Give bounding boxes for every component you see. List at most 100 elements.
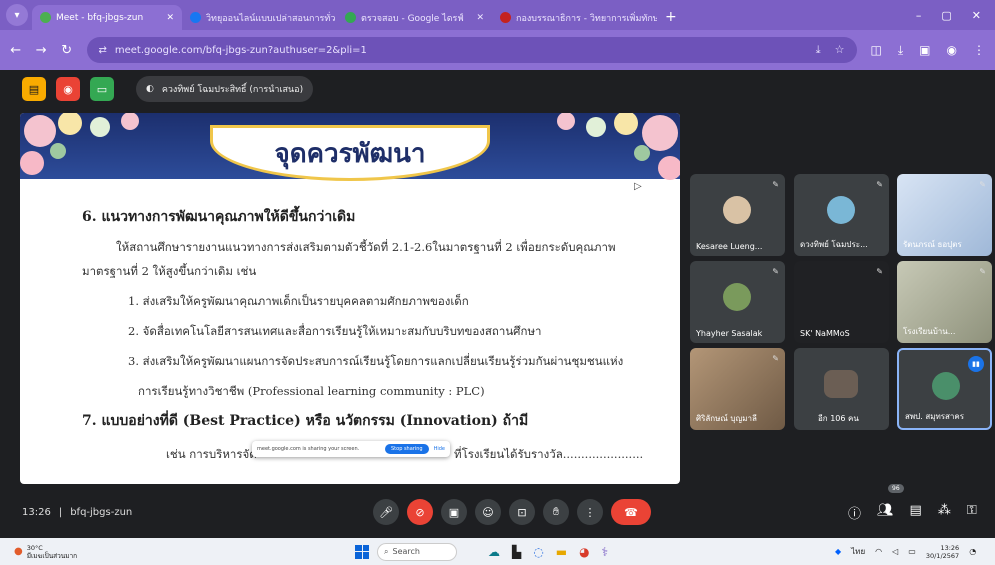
captions-button[interactable]: ▣ xyxy=(441,499,467,525)
captions-box-icon[interactable]: ▭ xyxy=(90,77,114,101)
flower-decoration-left-icon xyxy=(20,113,139,175)
avatar xyxy=(723,283,751,311)
mic-button[interactable]: 🎤︎ xyxy=(373,499,399,525)
participant-count-badge: 96 xyxy=(888,484,904,493)
participant-tile-speaking[interactable]: ▮▮ สพป. สมุทรสาคร xyxy=(897,348,992,430)
maximize-button[interactable]: ▢ xyxy=(941,9,951,22)
avatar-stack xyxy=(824,370,858,398)
address-bar-row: ← → ↻ ⇄ meet.google.com/bfq-jbgs-zun?aut… xyxy=(0,30,995,70)
tab-close-icon[interactable]: ✕ xyxy=(166,13,174,23)
profile-icon[interactable]: ◉ xyxy=(947,43,957,58)
flower-decoration-right-icon xyxy=(557,113,680,180)
widgets-app-icon[interactable]: ☁ xyxy=(488,545,500,559)
mic-muted-icon: ✎ xyxy=(979,267,986,276)
extensions-icon[interactable]: ◫ xyxy=(871,43,882,58)
participant-grid: ✎ Kesaree Lueng... ✎ ดวงทิพย์ โฉมประ... … xyxy=(690,174,992,430)
tab-meet[interactable]: Meet - bfq-jbgs-zun ✕ xyxy=(32,5,182,30)
reload-icon[interactable]: ↻ xyxy=(61,43,73,58)
chrome-icon[interactable]: ◕ xyxy=(579,545,589,559)
download-icon[interactable]: ⤓ xyxy=(816,43,821,57)
battery-icon[interactable]: ▭ xyxy=(908,547,916,556)
back-icon[interactable]: ← xyxy=(10,43,22,58)
participant-tile[interactable]: ✎ Kesaree Lueng... xyxy=(690,174,785,256)
participant-tile[interactable]: ✎ รัตนภรณ์ ธอปุตร xyxy=(897,174,992,256)
site-info-icon[interactable]: ⇄ xyxy=(99,45,107,56)
clock-date[interactable]: 13:26 30/1/2567 xyxy=(926,544,959,560)
slide-paragraph: ให้สถานศึกษารายงานแนวทางการส่งเสริมตามตั… xyxy=(116,240,616,254)
slide-paragraph: เช่น การบริหารจัด xyxy=(166,447,257,461)
weather-widget[interactable]: ● 30°C มีเมฆเป็นส่วนมาก xyxy=(14,544,77,560)
notification-bell-icon[interactable]: ◔ xyxy=(969,547,976,556)
hang-up-icon: ☎︎ xyxy=(624,505,638,519)
forward-icon[interactable]: → xyxy=(36,43,48,58)
camera-off-button[interactable]: ⊘ xyxy=(407,499,433,525)
mic-muted-icon: ✎ xyxy=(979,180,986,189)
screen-share-notice: meet.google.com is sharing your screen. … xyxy=(252,441,450,457)
hand-icon: ✋︎ xyxy=(552,505,560,518)
captions-icon: ▣ xyxy=(448,505,460,519)
slide-title: จุดควรพัฒนา xyxy=(210,125,490,181)
tab-google-drive[interactable]: ตรวจสอบ - Google ไดรฟ์ ✕ xyxy=(337,5,492,30)
present-button[interactable]: ⊡ xyxy=(509,499,535,525)
meeting-code: bfq-jbgs-zun xyxy=(70,506,133,518)
volume-icon[interactable]: ◁ xyxy=(892,547,898,556)
sidepanel-icon[interactable]: ▣ xyxy=(919,43,930,58)
weather-temp: 30°C xyxy=(26,543,43,552)
more-participants-tile[interactable]: อีก 106 คน xyxy=(794,348,889,430)
activities-icon[interactable]: ⁂ xyxy=(938,503,951,522)
record-icon[interactable]: ◉ xyxy=(56,77,80,101)
chat-icon[interactable]: ▤ xyxy=(910,503,922,522)
participant-tile[interactable]: ✎ โรงเรียนบ้าน... xyxy=(897,261,992,343)
tab-search-icon[interactable]: ▾ xyxy=(6,4,28,26)
browser-tab-strip: ▾ Meet - bfq-jbgs-zun ✕ วิทยุออนไลน์แบบเ… xyxy=(0,0,995,30)
facebook-favicon-icon xyxy=(190,12,201,23)
leave-call-button[interactable]: ☎︎ xyxy=(611,499,651,525)
info-icon[interactable]: ⓘ xyxy=(848,503,861,522)
chat-app-icon[interactable]: ◌ xyxy=(533,545,543,559)
participant-tile[interactable]: ✎ Yhayher Sasalak xyxy=(690,261,785,343)
host-controls-icon[interactable]: ⚿ xyxy=(967,503,977,522)
stop-sharing-button[interactable]: Stop sharing xyxy=(385,444,429,454)
minimize-button[interactable]: – xyxy=(916,9,922,22)
slides-app-icon[interactable]: ▤ xyxy=(22,77,46,101)
more-dots-icon: ⋮ xyxy=(584,505,596,519)
network-app-icon[interactable]: ⚕ xyxy=(602,545,609,559)
mic-muted-icon: ✎ xyxy=(772,354,779,363)
slide-paragraph: ที่โรงเรียนได้รับรางวัล.................… xyxy=(454,447,644,461)
taskbar-search-input[interactable]: ⌕ Search xyxy=(377,542,457,561)
camera-off-icon: ⊘ xyxy=(415,505,425,519)
wifi-icon[interactable]: ◠ xyxy=(875,547,882,556)
task-view-icon[interactable]: ▙ xyxy=(512,545,521,559)
tab-gmail[interactable]: กองบรรณาธิการ - วิทยาการเพิ่มทักษะ ✕ xyxy=(492,5,657,30)
dropbox-icon[interactable]: ◆ xyxy=(835,547,841,556)
slide-list-item: 3. ส่งเสริมให้ครูพัฒนาแผนการจัดประสบการณ… xyxy=(128,354,624,368)
bookmark-star-icon[interactable]: ☆ xyxy=(835,43,845,57)
reactions-button[interactable]: ☺ xyxy=(475,499,501,525)
tab-close-icon[interactable]: ✕ xyxy=(476,13,484,23)
more-options-button[interactable]: ⋮ xyxy=(577,499,603,525)
weather-desc: มีเมฆเป็นส่วนมาก xyxy=(26,551,78,560)
hide-share-bar-button[interactable]: Hide xyxy=(434,446,445,452)
people-icon[interactable]: 👥︎ xyxy=(877,503,894,522)
url-bar[interactable]: ⇄ meet.google.com/bfq-jbgs-zun?authuser=… xyxy=(86,37,857,63)
close-window-button[interactable]: ✕ xyxy=(972,9,981,22)
participant-tile[interactable]: ✎ ดวงทิพย์ โฉมประ... xyxy=(794,174,889,256)
windows-start-icon[interactable] xyxy=(355,544,369,559)
participant-tile[interactable]: ✎ SK' NaMMoS xyxy=(794,261,889,343)
slide-heading-7: 7. แบบอย่างที่ดี (Best Practice) หรือ นว… xyxy=(82,413,529,429)
downloads-icon[interactable]: ⤓ xyxy=(898,43,903,58)
raise-hand-button[interactable]: ✋︎ xyxy=(543,499,569,525)
mic-muted-icon: ✎ xyxy=(876,180,883,189)
system-tray: ◆ ไทย ◠ ◁ ▭ 13:26 30/1/2567 ◔ xyxy=(835,544,976,560)
file-explorer-icon[interactable]: ▬ xyxy=(556,545,567,559)
presenter-chip[interactable]: ◐ ควงทิพย์ โฉมประสิทธิ์ (การนำเสนอ) xyxy=(136,76,314,102)
participant-tile[interactable]: ✎ ศิริลักษณ์ บุญมาลี xyxy=(690,348,785,430)
language-indicator[interactable]: ไทย xyxy=(851,545,865,558)
tab-facebook[interactable]: วิทยุออนไลน์แบบเปล่าสอนการทั่ว ✕ xyxy=(182,5,337,30)
slide-list-item: 2. จัดสื่อเทคโนโลยีสารสนเทศและสื่อการเรี… xyxy=(128,324,542,338)
new-tab-button[interactable]: + xyxy=(657,9,685,30)
avatar xyxy=(932,372,960,400)
slide-list-item: 1. ส่งเสริมให้ครูพัฒนาคุณภาพเด็กเป็นรายบ… xyxy=(128,294,469,308)
menu-dots-icon[interactable]: ⋮ xyxy=(973,43,985,58)
mouse-cursor-icon: ▷ xyxy=(634,181,642,192)
